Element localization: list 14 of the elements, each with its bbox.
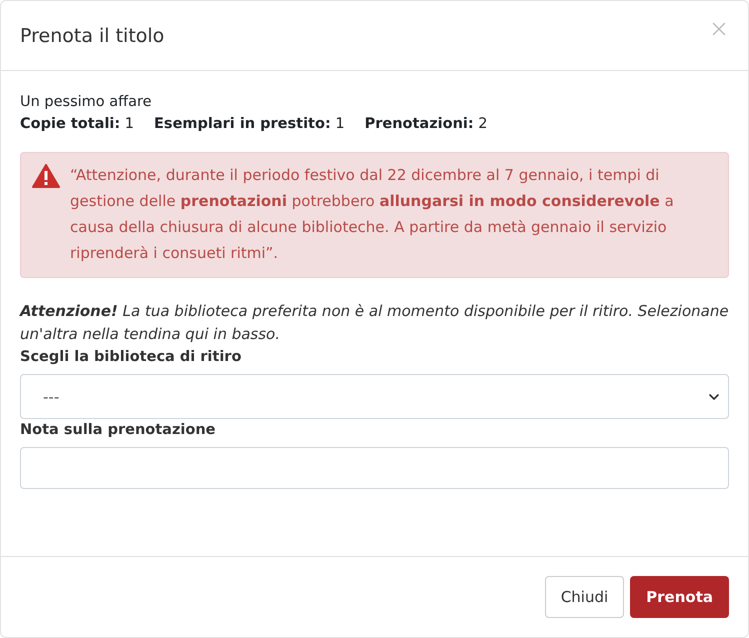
alert-text: “Attenzione, durante il periodo festivo dal 22 dicembre al 7 gennaio, i tempi di gestione delle prenotazioni potrebbero allungarsi in modo considerevole a causa della chiusura di alcune biblioteche. A partire da metà gennaio il servizio riprenderà i consueti ritmi”.: [70, 165, 675, 264]
stat-text: Prenotazioni: 2: [364, 115, 488, 134]
stat-text: Copie totali: 1: [20, 115, 134, 134]
warning-icon: [32, 164, 60, 188]
notice-text: Attenzione! La tua biblioteca preferita non è al momento disponibile per il ritiro. Selezionane un'altra nella tendina qui in basso.: [20, 301, 729, 345]
confirm-button[interactable]: Prenota: [630, 576, 729, 618]
note-input[interactable]: [20, 447, 729, 489]
field-label: Scegli la biblioteca di ritiro: [20, 348, 242, 367]
field-label: Nota sulla prenotazione: [20, 421, 216, 440]
library-select[interactable]: ---: [20, 374, 729, 419]
dialog-title: Prenota il titolo: [20, 24, 164, 46]
stat-text: Esemplari in prestito: 1: [154, 115, 345, 134]
book-title: Un pessimo affare: [20, 93, 153, 112]
close-dialog-button[interactable]: Chiudi: [544, 576, 624, 618]
